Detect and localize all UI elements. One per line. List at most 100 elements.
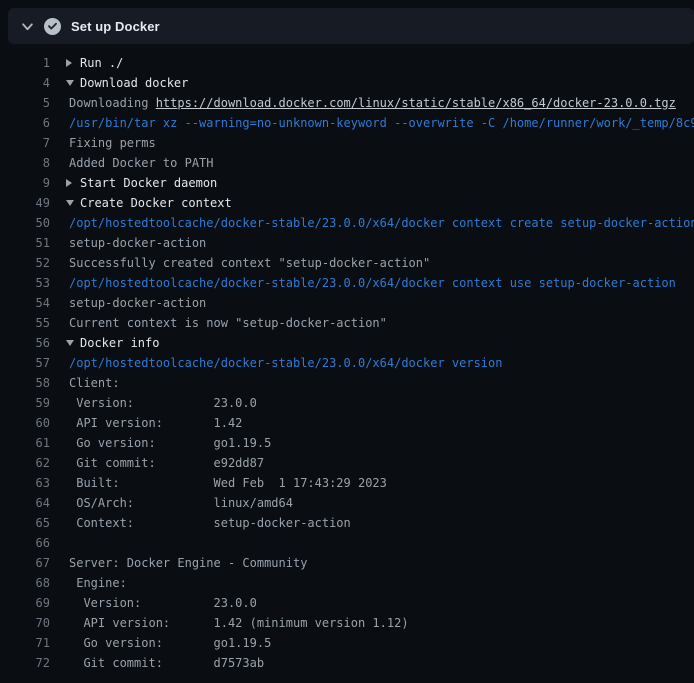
- log-text: setup-docker-action: [69, 293, 694, 313]
- log-text: Fixing perms: [69, 133, 694, 153]
- line-number[interactable]: 69: [0, 593, 50, 613]
- line-number[interactable]: 61: [0, 433, 50, 453]
- line-number[interactable]: 58: [0, 373, 50, 393]
- line-number[interactable]: 50: [0, 213, 50, 233]
- log-row: 63 Built: Wed Feb 1 17:43:29 2023: [0, 473, 694, 493]
- log-text: Git commit: e92dd87: [69, 453, 694, 473]
- log-text: Added Docker to PATH: [69, 153, 694, 173]
- line-number[interactable]: 9: [0, 173, 50, 193]
- line-number[interactable]: 8: [0, 153, 50, 173]
- log-row: 55 Current context is now "setup-docker-a…: [0, 313, 694, 333]
- line-number[interactable]: 66: [0, 533, 50, 553]
- log-row: 6/usr/bin/tar xz --warning=no-unknown-ke…: [0, 113, 694, 133]
- log-row: 61 Go version: go1.19.5: [0, 433, 694, 453]
- line-number[interactable]: 1: [0, 53, 50, 73]
- group-title[interactable]: Docker info: [80, 333, 694, 353]
- log-row: 1 Run ./: [0, 53, 694, 73]
- log-row: 49 Create Docker context: [0, 193, 694, 213]
- log-text: Downloading https://download.docker.com/…: [69, 93, 694, 113]
- line-number[interactable]: 57: [0, 353, 50, 373]
- log-text: Engine:: [69, 573, 694, 593]
- log-text: Version: 23.0.0: [69, 393, 694, 413]
- line-number[interactable]: 4: [0, 73, 50, 93]
- line-number[interactable]: 70: [0, 613, 50, 633]
- log-row: 5 Downloading https://download.docker.com…: [0, 93, 694, 113]
- chevron-down-icon[interactable]: [20, 19, 34, 33]
- check-circle-icon: [44, 18, 61, 35]
- log-row: 59 Version: 23.0.0: [0, 393, 694, 413]
- line-number[interactable]: 65: [0, 513, 50, 533]
- log-text: Current context is now "setup-docker-act…: [69, 313, 694, 333]
- log-text: Git commit: d7573ab: [69, 653, 694, 673]
- log-viewer: 1 Run ./ 4 Download docker 5 Downloading http…: [0, 53, 694, 673]
- log-row: 69 Version: 23.0.0: [0, 593, 694, 613]
- line-number[interactable]: 72: [0, 653, 50, 673]
- log-row: 57/opt/hostedtoolcache/docker-stable/23.…: [0, 353, 694, 373]
- log-row: 64 OS/Arch: linux/amd64: [0, 493, 694, 513]
- log-row: 9 Start Docker daemon: [0, 173, 694, 193]
- log-command-text: /usr/bin/tar xz --warning=no-unknown-key…: [69, 113, 694, 133]
- log-command-text: /opt/hostedtoolcache/docker-stable/23.0.…: [69, 273, 694, 293]
- step-title: Set up Docker: [71, 19, 160, 34]
- log-text: Successfully created context "setup-dock…: [69, 253, 694, 273]
- group-toggle-expanded-icon[interactable]: [66, 80, 74, 86]
- log-text: Go version: go1.19.5: [69, 433, 694, 453]
- step-header[interactable]: Set up Docker: [8, 8, 694, 44]
- log-text: setup-docker-action: [69, 233, 694, 253]
- log-text: Version: 23.0.0: [69, 593, 694, 613]
- line-number[interactable]: 62: [0, 453, 50, 473]
- log-command-text: /opt/hostedtoolcache/docker-stable/23.0.…: [69, 353, 694, 373]
- log-row: 53/opt/hostedtoolcache/docker-stable/23.…: [0, 273, 694, 293]
- log-text: Server: Docker Engine - Community: [69, 553, 694, 573]
- log-row: 50/opt/hostedtoolcache/docker-stable/23.…: [0, 213, 694, 233]
- line-number[interactable]: 54: [0, 293, 50, 313]
- line-number[interactable]: 64: [0, 493, 50, 513]
- log-row: 4 Download docker: [0, 73, 694, 93]
- line-number[interactable]: 67: [0, 553, 50, 573]
- log-row: 51 setup-docker-action: [0, 233, 694, 253]
- group-toggle-expanded-icon[interactable]: [66, 200, 74, 206]
- log-text: API version: 1.42 (minimum version 1.12): [69, 613, 694, 633]
- log-row: 8 Added Docker to PATH: [0, 153, 694, 173]
- log-row: 68 Engine:: [0, 573, 694, 593]
- log-row: 71 Go version: go1.19.5: [0, 633, 694, 653]
- log-row: 60 API version: 1.42: [0, 413, 694, 433]
- log-text: OS/Arch: linux/amd64: [69, 493, 694, 513]
- log-row: 54 setup-docker-action: [0, 293, 694, 313]
- log-row: 7 Fixing perms: [0, 133, 694, 153]
- log-row: 67 Server: Docker Engine - Community: [0, 553, 694, 573]
- log-row: 70 API version: 1.42 (minimum version 1.…: [0, 613, 694, 633]
- log-command-text: /opt/hostedtoolcache/docker-stable/23.0.…: [69, 213, 694, 233]
- group-title[interactable]: Start Docker daemon: [80, 173, 694, 193]
- group-title[interactable]: Create Docker context: [80, 193, 694, 213]
- line-number[interactable]: 6: [0, 113, 50, 133]
- log-row: 58Client:: [0, 373, 694, 393]
- log-row: 62 Git commit: e92dd87: [0, 453, 694, 473]
- log-text: Built: Wed Feb 1 17:43:29 2023: [69, 473, 694, 493]
- line-number[interactable]: 63: [0, 473, 50, 493]
- line-number[interactable]: 68: [0, 573, 50, 593]
- line-number[interactable]: 7: [0, 133, 50, 153]
- line-number[interactable]: 59: [0, 393, 50, 413]
- line-number[interactable]: 52: [0, 253, 50, 273]
- line-number[interactable]: 5: [0, 93, 50, 113]
- log-text: Context: setup-docker-action: [69, 513, 694, 533]
- line-number[interactable]: 49: [0, 193, 50, 213]
- group-toggle-expanded-icon[interactable]: [66, 340, 74, 346]
- line-number[interactable]: 53: [0, 273, 50, 293]
- line-number[interactable]: 71: [0, 633, 50, 653]
- line-number[interactable]: 56: [0, 333, 50, 353]
- group-title[interactable]: Download docker: [80, 73, 694, 93]
- log-row: 66: [0, 533, 694, 553]
- line-number[interactable]: 55: [0, 313, 50, 333]
- log-row: 65 Context: setup-docker-action: [0, 513, 694, 533]
- group-toggle-collapsed-icon[interactable]: [66, 59, 72, 67]
- download-url-link[interactable]: https://download.docker.com/linux/static…: [156, 96, 676, 110]
- log-text: API version: 1.42: [69, 413, 694, 433]
- group-toggle-collapsed-icon[interactable]: [66, 179, 72, 187]
- line-number[interactable]: 51: [0, 233, 50, 253]
- line-number[interactable]: 60: [0, 413, 50, 433]
- group-title[interactable]: Run ./: [80, 53, 694, 73]
- log-row: 72 Git commit: d7573ab: [0, 653, 694, 673]
- log-text: Go version: go1.19.5: [69, 633, 694, 653]
